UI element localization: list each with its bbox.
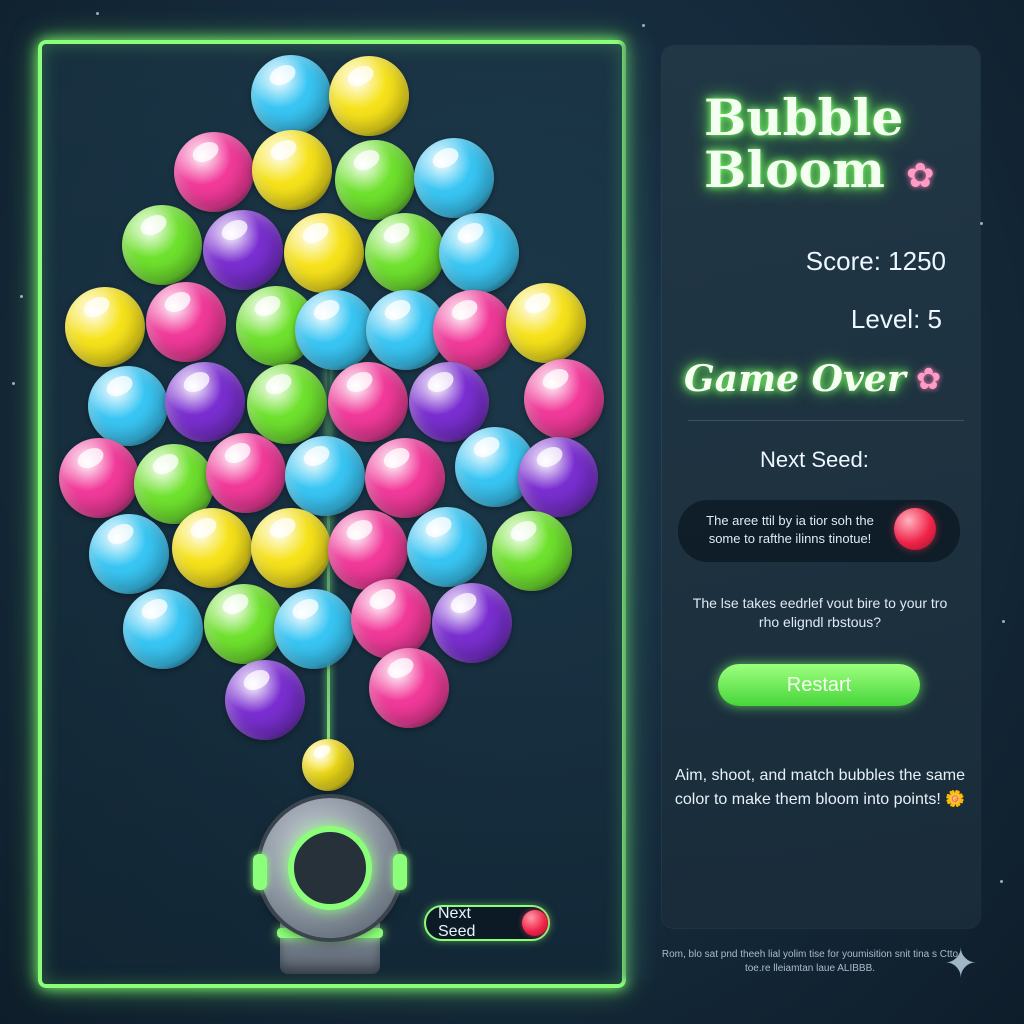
bubble-cyan <box>439 213 519 293</box>
bubble-yellow <box>506 283 586 363</box>
next-seed-preview-bubble <box>894 508 936 550</box>
info-text: The lse takes eedrlef vout bire to your … <box>692 595 948 630</box>
bubble-purple <box>518 437 598 517</box>
cannon-side-light <box>393 854 407 890</box>
next-seed-bubble <box>522 910 548 936</box>
bubble-cyan <box>274 589 354 669</box>
bubble-green <box>335 140 415 220</box>
instructions-text: Aim, shoot, and match bubbles the same c… <box>674 767 966 808</box>
bubble-yellow <box>252 130 332 210</box>
bubble-yellow <box>284 213 364 293</box>
score-display: Score: 1250 <box>805 246 946 276</box>
footer-text: Rom, blo sat pnd theeh lial yolim tise f… <box>661 949 959 974</box>
bubble-pink <box>524 359 604 439</box>
bubble-green <box>204 584 284 664</box>
bubble-cannon[interactable] <box>253 798 407 976</box>
restart-button[interactable]: Restart <box>718 664 920 706</box>
cannon-side-light <box>253 854 267 890</box>
bubble-green <box>365 213 445 293</box>
bubble-yellow <box>172 508 252 588</box>
bubble-green <box>247 364 327 444</box>
bubble-cyan <box>88 366 168 446</box>
bubble-purple <box>203 210 283 290</box>
bubble-pink <box>59 438 139 518</box>
next-seed-indicator: Next Seed <box>424 905 550 941</box>
bubble-pink <box>433 290 513 370</box>
bubble-cyan <box>414 138 494 218</box>
bubble-pink <box>351 579 431 659</box>
bubble-cyan <box>123 589 203 669</box>
bubble-green <box>492 511 572 591</box>
bubble-green <box>122 205 202 285</box>
bubble-cyan <box>285 436 365 516</box>
bubble-yellow <box>251 508 331 588</box>
next-seed-description: The aree ttil by ia tior soh the some to… <box>706 513 874 546</box>
divider <box>688 420 964 421</box>
bubble-pink <box>328 510 408 590</box>
sparkle-icon: ✦ <box>944 942 978 986</box>
bubble-pink <box>206 433 286 513</box>
bubble-yellow <box>65 287 145 367</box>
loaded-bubble <box>302 739 354 791</box>
flower-icon: ✿ <box>916 363 942 396</box>
game-over-heading: Game Over <box>684 358 906 400</box>
cannon-ring <box>288 826 372 910</box>
bubble-pink <box>328 362 408 442</box>
bubble-cyan <box>295 290 375 370</box>
bubble-pink <box>365 438 445 518</box>
bubble-purple <box>165 362 245 442</box>
flower-icon: ✿ <box>906 157 935 195</box>
level-display: Level: 5 <box>850 304 942 334</box>
bubble-pink <box>174 132 254 212</box>
title-line-1: Bubble <box>704 88 904 147</box>
bubble-pink <box>369 648 449 728</box>
bubble-pink <box>146 282 226 362</box>
bubble-purple <box>432 583 512 663</box>
bubble-cyan <box>89 514 169 594</box>
next-seed-label: Next Seed: <box>760 447 869 472</box>
bubble-cyan <box>407 507 487 587</box>
next-seed-pill-label: Next Seed <box>438 905 476 940</box>
bubble-cyan <box>251 55 331 135</box>
bubble-yellow <box>329 56 409 136</box>
bubble-purple <box>225 660 305 740</box>
